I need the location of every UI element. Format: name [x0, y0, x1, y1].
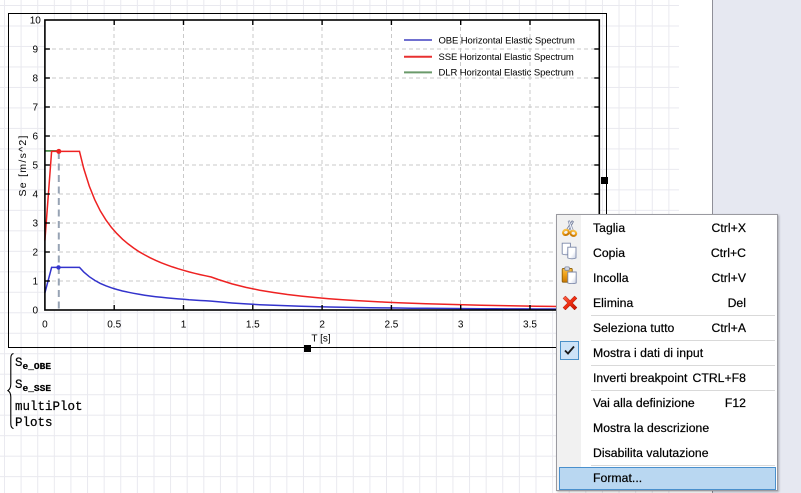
svg-text:3: 3 [458, 320, 464, 331]
svg-text:2: 2 [319, 320, 325, 331]
svg-text:2: 2 [33, 248, 39, 259]
svg-text:2.5: 2.5 [384, 320, 398, 331]
svg-text:7: 7 [33, 103, 39, 114]
svg-text:0.5: 0.5 [107, 320, 121, 331]
svg-text:5: 5 [33, 161, 39, 172]
svg-text:10: 10 [30, 16, 42, 27]
svg-text:Se [m/s^2]: Se [m/s^2] [17, 134, 29, 196]
svg-text:9: 9 [33, 45, 39, 56]
svg-text:1: 1 [33, 277, 39, 288]
svg-text:3.5: 3.5 [523, 320, 537, 331]
svg-text:8: 8 [33, 74, 39, 85]
svg-text:SSE Horizontal Elastic Spectru: SSE Horizontal Elastic Spectrum [439, 52, 574, 63]
svg-text:6: 6 [33, 132, 39, 143]
svg-text:T [s]: T [s] [311, 334, 330, 345]
svg-text:1: 1 [181, 320, 187, 331]
svg-text:0: 0 [42, 320, 48, 331]
svg-text:0: 0 [33, 306, 39, 317]
svg-text:4: 4 [33, 190, 39, 201]
svg-text:DLR Horizontal Elastic Spectru: DLR Horizontal Elastic Spectrum [439, 68, 574, 79]
svg-text:OBE Horizontal Elastic Spectru: OBE Horizontal Elastic Spectrum [439, 35, 575, 46]
svg-text:1.5: 1.5 [246, 320, 260, 331]
svg-text:3: 3 [33, 219, 39, 230]
